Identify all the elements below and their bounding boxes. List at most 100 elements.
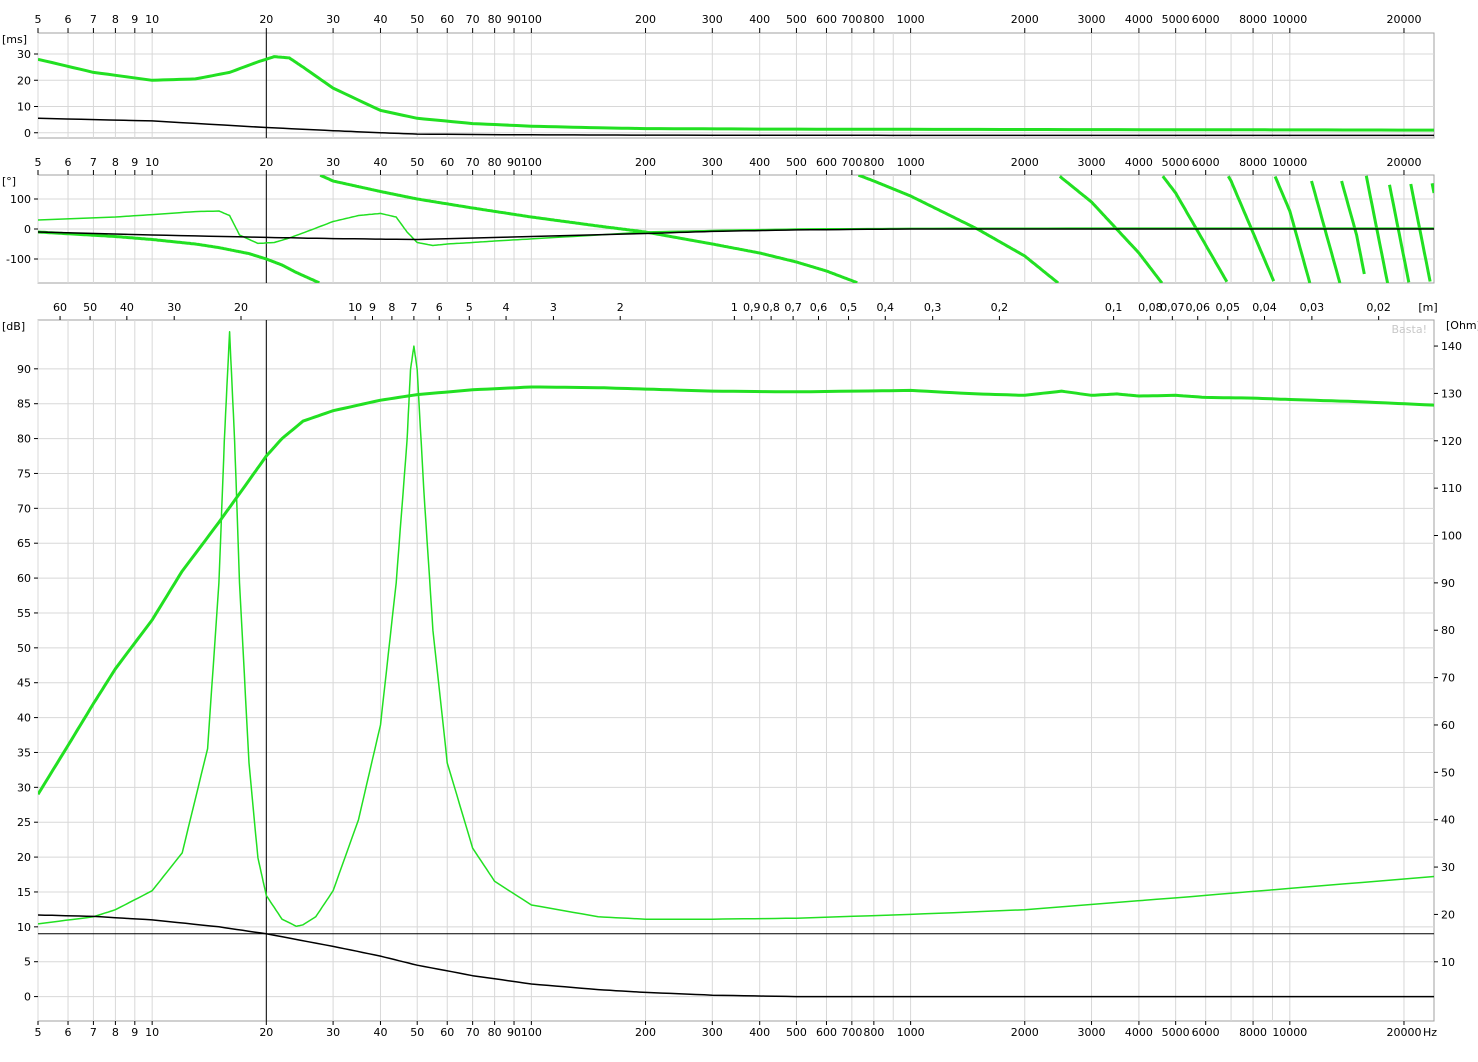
y2-tick-label: 50 — [1441, 766, 1455, 779]
wavelength-tick-label: 0,5 — [840, 301, 858, 314]
wavelength-tick-label: 0,02 — [1366, 301, 1391, 314]
x-tick-label: 5000 — [1162, 156, 1190, 169]
wavelength-tick-label: 8 — [388, 301, 395, 314]
panel-group-delay: 0 10 20 30 [ms] 5 6 7 8 9 10 20 30 40 50 60 70 80 90 100 200… — [2, 13, 1435, 140]
x-tick-label: 700 — [841, 156, 862, 169]
x-tick-label: 400 — [749, 1026, 770, 1039]
x-tick-label: 600 — [816, 13, 837, 26]
x-tick-label: 600 — [816, 1026, 837, 1039]
y-tick-label: 30 — [17, 48, 31, 61]
y-tick-label: 0 — [24, 991, 31, 1004]
x-tick-label: 3000 — [1078, 13, 1106, 26]
x-tick-label: 500 — [786, 13, 807, 26]
y-tick-label: 15 — [17, 886, 31, 899]
x-tick-label: 100 — [521, 1026, 542, 1039]
y2-tick-label: 100 — [1441, 530, 1462, 543]
x-tick-label: 80 — [488, 1026, 502, 1039]
y-tick-label: 20 — [17, 851, 31, 864]
y-tick-label: 65 — [17, 537, 31, 550]
x-tick-label: 200 — [635, 13, 656, 26]
x-tick-label: 40 — [373, 156, 387, 169]
x-tick-label: 10 — [145, 156, 159, 169]
x-tick-label: 800 — [863, 1026, 884, 1039]
wavelength-tick-label: 9 — [369, 301, 376, 314]
wavelength-tick-label: 0,06 — [1185, 301, 1210, 314]
y-tick-label: 20 — [17, 74, 31, 87]
x-tick-label: 500 — [786, 1026, 807, 1039]
x-tick-label: 10000 — [1272, 13, 1307, 26]
x-tick-label: 10000 — [1272, 156, 1307, 169]
watermark: Basta! — [1392, 323, 1427, 336]
x-tick-label: 30 — [326, 13, 340, 26]
x-tick-label: 6000 — [1192, 156, 1220, 169]
wavelength-tick-label: 0,08 — [1138, 301, 1163, 314]
x-tick-label: 7 — [90, 13, 97, 26]
wavelength-tick-label: 4 — [503, 301, 510, 314]
x-tick-label: 60 — [440, 13, 454, 26]
x-tick-label: 100 — [521, 156, 542, 169]
y-tick-label: 80 — [17, 433, 31, 446]
x-tick-label: 50 — [410, 13, 424, 26]
x-tick-label: 20000 — [1386, 156, 1421, 169]
x-tick-label: 400 — [749, 13, 770, 26]
x-tick-label: 6000 — [1192, 13, 1220, 26]
x-tick-label: 8000 — [1239, 156, 1267, 169]
wavelength-tick-label: 0,6 — [810, 301, 828, 314]
y-tick-label: 55 — [17, 607, 31, 620]
y2-tick-label: 110 — [1441, 482, 1462, 495]
x-tick-label: 4000 — [1125, 156, 1153, 169]
x-tick-label: 10 — [145, 1026, 159, 1039]
y2-tick-label: 60 — [1441, 719, 1455, 732]
x-tick-label: 50 — [410, 156, 424, 169]
y-tick-label: 0 — [24, 223, 31, 236]
x-tick-label: 3000 — [1078, 1026, 1106, 1039]
x-tick-label: 20 — [259, 13, 273, 26]
x-tick-label: 600 — [816, 156, 837, 169]
panel-phase: -1000100[°]5 6 7 8 9 10 20 30 40 50 60 70 80 90 100 200… — [2, 156, 1435, 284]
y2-tick-label: 10 — [1441, 956, 1455, 969]
x-tick-label: 300 — [702, 156, 723, 169]
wavelength-tick-label: 0,04 — [1252, 301, 1277, 314]
y-tick-label: 40 — [17, 712, 31, 725]
x-tick-label: 100 — [521, 13, 542, 26]
x-tick-label: 60 — [440, 1026, 454, 1039]
wavelength-tick-label: 0,4 — [877, 301, 895, 314]
wavelength-tick-label: 30 — [167, 301, 181, 314]
y-tick-label: 70 — [17, 502, 31, 515]
y-tick-label: 85 — [17, 398, 31, 411]
x-tick-label: 8 — [112, 1026, 119, 1039]
y-tick-label: 75 — [17, 467, 31, 480]
x-tick-label: 70 — [466, 13, 480, 26]
x-tick-label: 50 — [410, 1026, 424, 1039]
wavelength-tick-label: 0,8 — [762, 301, 780, 314]
x-tick-label: 30 — [326, 156, 340, 169]
y-unit-label: [ms] — [2, 33, 27, 46]
y2-tick-label: 140 — [1441, 340, 1462, 353]
x-tick-label: 6 — [65, 156, 72, 169]
wavelength-tick-label: 6 — [436, 301, 443, 314]
x-tick-label: 200 — [635, 1026, 656, 1039]
x-tick-label: 200 — [635, 156, 656, 169]
x-tick-label: 8000 — [1239, 13, 1267, 26]
x-tick-label: 800 — [863, 13, 884, 26]
x-tick-label: 5 — [35, 156, 42, 169]
y-tick-label: 25 — [17, 816, 31, 829]
x-tick-label: 80 — [488, 13, 502, 26]
y-tick-label: 30 — [17, 781, 31, 794]
y2-tick-label: 120 — [1441, 435, 1462, 448]
wavelength-tick-label: 40 — [120, 301, 134, 314]
x-unit-label: Hz — [1423, 1026, 1437, 1039]
x-tick-label: 40 — [373, 13, 387, 26]
x-tick-label: 70 — [466, 1026, 480, 1039]
x-tick-label: 3000 — [1078, 156, 1106, 169]
y-unit-label: [dB] — [2, 320, 25, 333]
y2-tick-label: 40 — [1441, 814, 1455, 827]
plot-area — [37, 32, 1435, 139]
x-tick-label: 90 — [507, 156, 521, 169]
wavelength-tick-label: 50 — [83, 301, 97, 314]
x-tick-label: 40 — [373, 1026, 387, 1039]
y2-tick-label: 90 — [1441, 577, 1455, 590]
wavelength-tick-label: 60 — [53, 301, 67, 314]
wavelength-tick-label: 0,9 — [743, 301, 761, 314]
x-tick-label: 9 — [131, 156, 138, 169]
